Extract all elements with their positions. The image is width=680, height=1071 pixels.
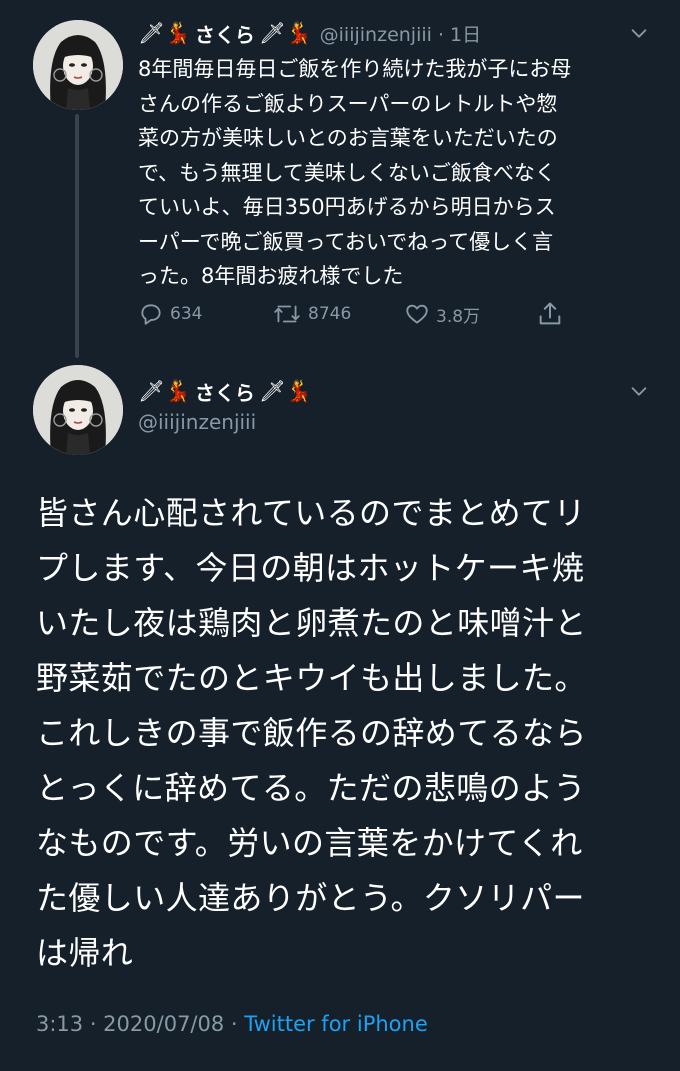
dagger-icon: 🗡 [138, 378, 165, 403]
tweet2-source-link[interactable]: Twitter for iPhone [244, 1012, 428, 1036]
thread-connector-line [75, 114, 79, 358]
dancer-icon: 💃 [285, 378, 312, 403]
retweet-count: 8746 [308, 304, 352, 324]
dancer-icon: 💃 [164, 378, 191, 403]
tweet2-text: 皆さん心配されているのでまとめてリ プします、今日の朝はホットケーキ焼 いたし夜… [36, 494, 587, 972]
tweet2-timestamp: 3:13 · 2020/07/08 · [36, 1012, 245, 1036]
tweet1-display-name[interactable]: さくら [195, 19, 255, 48]
avatar[interactable] [33, 20, 123, 110]
tweet2-handle[interactable]: @iiijinzenjiii [138, 410, 256, 434]
avatar[interactable] [33, 365, 123, 455]
tweet2-footer: 3:13 · 2020/07/08 · Twitter for iPhone [36, 1012, 428, 1036]
reply-button[interactable]: 634 [138, 296, 202, 332]
tweet2-menu-chevron-icon[interactable] [628, 380, 650, 406]
dancer-icon: 💃 [285, 20, 312, 45]
like-count: 3.8万 [436, 306, 481, 327]
dagger-icon: 🗡 [258, 20, 286, 45]
retweet-button[interactable]: 8746 [272, 296, 351, 332]
heart-icon [406, 304, 428, 324]
tweet1-header: 🗡 💃 さくら 🗡 💃 @iiijinzenjiii · 1日 [138, 18, 481, 48]
reply-count: 634 [170, 304, 203, 324]
dancer-icon: 💃 [164, 20, 191, 45]
reply-icon [141, 304, 161, 325]
share-button[interactable] [536, 296, 570, 332]
retweet-icon [274, 305, 300, 323]
tweet2-display-name[interactable]: さくら [195, 377, 255, 406]
tweet2-header: 🗡 💃 さくら 🗡 💃 [138, 375, 312, 407]
dagger-icon: 🗡 [138, 20, 165, 45]
avatar-illustration [33, 365, 123, 455]
tweet1-handle-time[interactable]: @iiijinzenjiii · 1日 [320, 20, 481, 47]
dagger-icon: 🗡 [258, 378, 286, 403]
avatar-illustration [33, 20, 123, 110]
like-button[interactable]: 3.8万 [404, 296, 480, 332]
share-icon [539, 302, 561, 325]
tweet1-menu-chevron-icon[interactable] [628, 22, 650, 48]
tweet1-action-bar: 634 8746 3.8万 [138, 296, 578, 336]
tweet1-text: 8年間毎日毎日ご飯を作り続けた我が子にお母 さんの作るご飯よりスーパーのレトルト… [138, 57, 572, 288]
